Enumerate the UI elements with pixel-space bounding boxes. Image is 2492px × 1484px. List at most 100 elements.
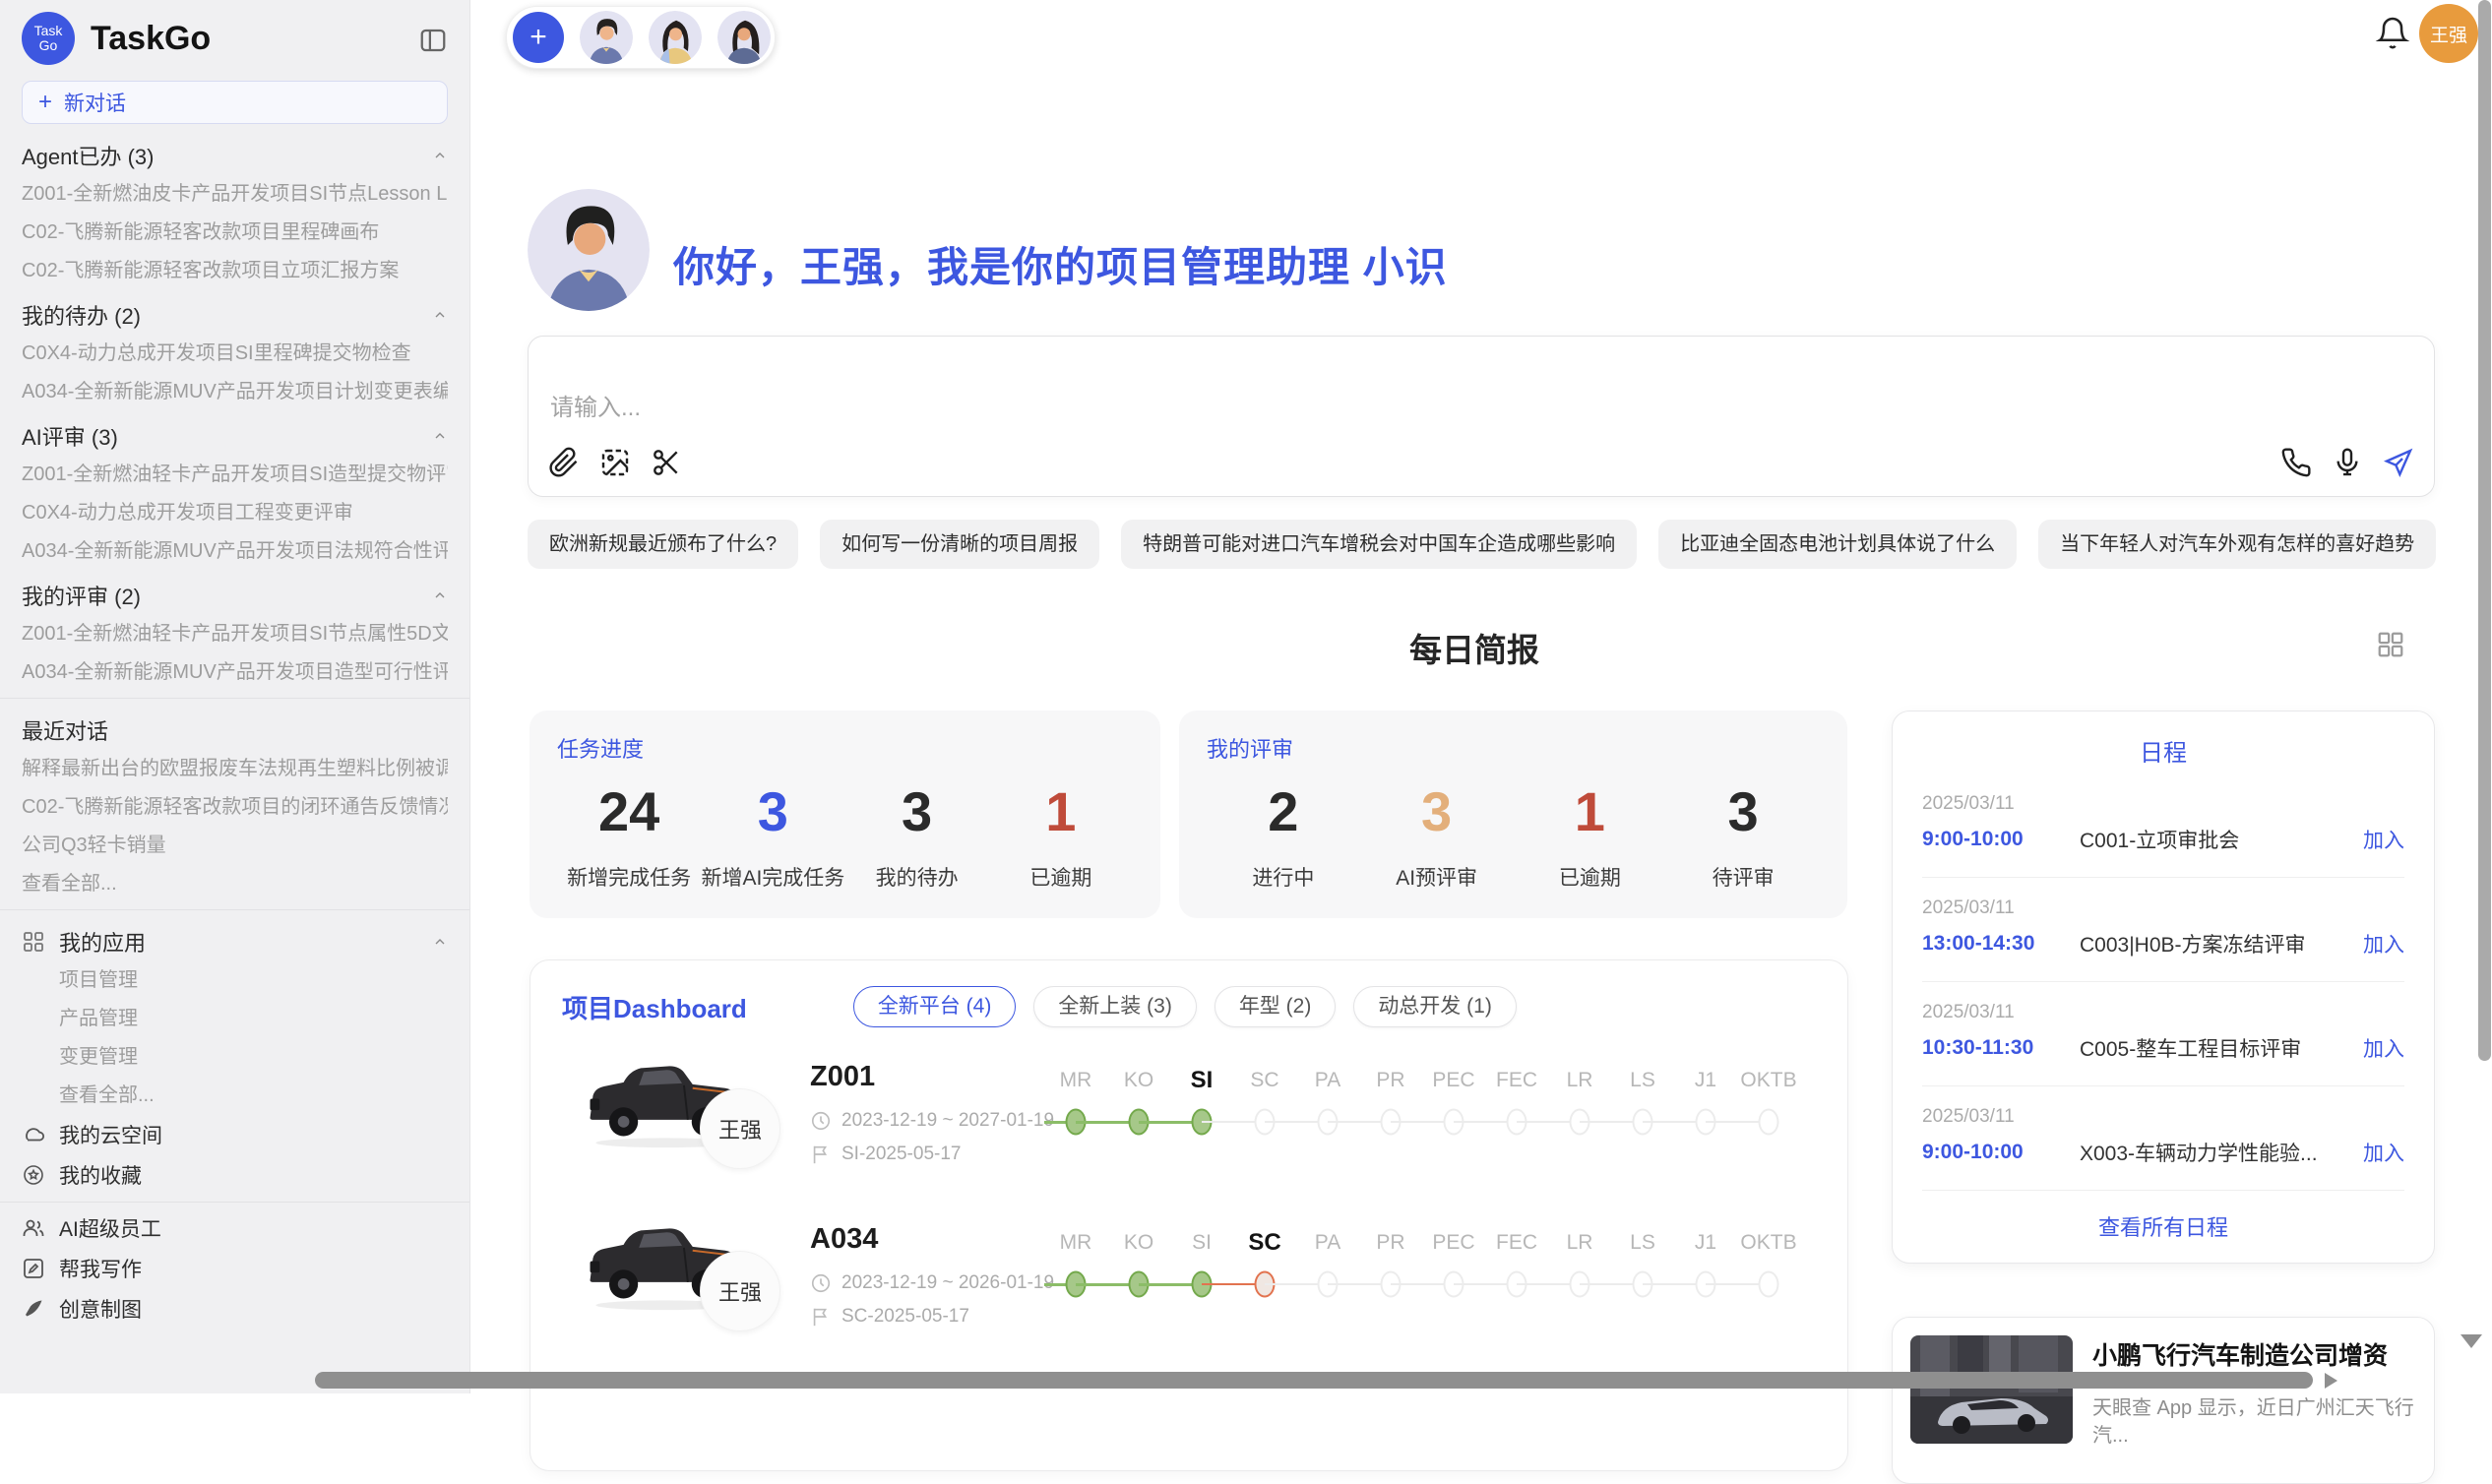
scroll-down-arrow-icon[interactable] (2461, 1334, 2482, 1348)
stat-item: 1 已逾期 (1514, 781, 1667, 892)
assistant-avatar (528, 189, 650, 311)
sidebar-task-item[interactable]: C02-飞腾新能源轻客改款项目立项汇报方案 (22, 258, 448, 283)
join-meeting-link[interactable]: 加入 (2363, 1138, 2404, 1167)
chevron-up-icon (432, 587, 448, 603)
send-icon[interactable] (2381, 445, 2416, 480)
news-card[interactable]: 小鹏飞行汽车制造公司增资 天眼查 App 显示，近日广州汇天飞行汽... (1892, 1317, 2435, 1484)
avatar-person-2[interactable] (649, 11, 702, 64)
flag-icon (810, 1144, 832, 1165)
dashboard-tab[interactable]: 全新平台 (4) (853, 986, 1017, 1027)
sidebar-item-creative-draw[interactable]: 创意制图 (22, 1295, 448, 1323)
sidebar-task-item[interactable]: Z001-全新燃油皮卡产品开发项目SI节点Lesson Learn报告 (22, 181, 448, 207)
stat-label: 已逾期 (1514, 862, 1667, 892)
join-meeting-link[interactable]: 加入 (2363, 1033, 2404, 1063)
suggestion-chip[interactable]: 特朗普可能对进口汽车增税会对中国车企造成哪些影响 (1121, 520, 1637, 569)
join-meeting-link[interactable]: 加入 (2363, 929, 2404, 958)
phone-call-icon[interactable] (2278, 445, 2314, 480)
flag-icon (810, 1306, 832, 1328)
dashboard-tab[interactable]: 全新上装 (3) (1033, 986, 1197, 1027)
app-item[interactable]: 变更管理 (59, 1044, 448, 1070)
avatar-person-3[interactable] (717, 11, 771, 64)
sidebar-task-item[interactable]: Z001-全新燃油轻卡产品开发项目SI造型提交物评审 (22, 462, 448, 487)
scissors-icon[interactable] (649, 445, 684, 480)
milestone-node: LS (1611, 1225, 1674, 1308)
recent-view-all[interactable]: 查看全部... (22, 871, 448, 897)
sidebar-section-header[interactable]: AI评审 (3) (22, 422, 448, 450)
project-row[interactable]: 王强 A034 2023-12-19 ~ 2026-01-19 SC-2025-… (530, 1198, 1847, 1360)
recent-chat-item[interactable]: 公司Q3轻卡销量 (22, 833, 448, 858)
app-item[interactable]: 查看全部... (59, 1082, 448, 1108)
milestone-label: SC (1233, 1063, 1296, 1098)
star-badge-icon (22, 1163, 45, 1187)
new-chat-button[interactable]: + 新对话 (22, 81, 448, 124)
section-title: AI评审 (3) (22, 420, 118, 452)
sidebar-task-item[interactable]: C0X4-动力总成开发项目SI里程碑提交物检查 (22, 340, 448, 366)
stat-item: 2 进行中 (1207, 781, 1360, 892)
sidebar-section-header[interactable]: 我的评审 (2) (22, 582, 448, 609)
milestone-node: FEC (1485, 1225, 1548, 1308)
sidebar-task-item[interactable]: A034-全新新能源MUV产品开发项目计划变更表编写 (22, 379, 448, 404)
user-avatar[interactable]: 王强 (2419, 4, 2478, 63)
chat-input[interactable] (550, 384, 1928, 433)
join-meeting-link[interactable]: 加入 (2363, 825, 2404, 854)
news-body: 天眼查 App 显示，近日广州汇天飞行汽... (2092, 1394, 2416, 1450)
stat-value: 1 (1514, 781, 1667, 842)
section-title: 我的待办 (2) (22, 299, 141, 331)
schedule-title: 日程 (1922, 733, 2404, 768)
milestone-node: KO (1107, 1225, 1170, 1308)
dashboard-tab[interactable]: 年型 (2) (1215, 986, 1337, 1027)
event-date: 2025/03/11 (1922, 1002, 2404, 1023)
sidebar-item-cloud-space[interactable]: 我的云空间 (22, 1121, 448, 1148)
milestone-node: FEC (1485, 1063, 1548, 1145)
milestone-node: MR (1044, 1225, 1107, 1308)
divider (1922, 1190, 2404, 1191)
sidebar-task-item[interactable]: Z001-全新燃油轻卡产品开发项目SI节点属性5D文件评审 (22, 621, 448, 647)
section-title: 最近对话 (22, 714, 108, 746)
app-item[interactable]: 项目管理 (59, 967, 448, 993)
suggestion-chip[interactable]: 欧洲新规最近颁布了什么? (528, 520, 798, 569)
sidebar-section-header[interactable]: 我的待办 (2) (22, 301, 448, 329)
dashboard-tab[interactable]: 动总开发 (1) (1353, 986, 1517, 1027)
sidebar-task-item[interactable]: A034-全新新能源MUV产品开发项目法规符合性评审 (22, 538, 448, 564)
sidebar-section-header[interactable]: Agent已办 (3) (22, 142, 448, 169)
sidebar-task-item[interactable]: C0X4-动力总成开发项目工程变更评审 (22, 500, 448, 526)
milestone-track: MR KO SI SC PA (1044, 1225, 1800, 1308)
card-title: 我的评审 (1207, 732, 1820, 764)
suggestion-chip[interactable]: 如何写一份清晰的项目周报 (820, 520, 1099, 569)
avatar-person-1[interactable] (580, 11, 633, 64)
milestone-node: SI (1170, 1063, 1233, 1145)
stat-value: 3 (1360, 781, 1514, 842)
microphone-icon[interactable] (2330, 445, 2365, 480)
milestone-label: MR (1044, 1225, 1107, 1261)
recent-chat-item[interactable]: 解释最新出台的欧盟报废车法规再生塑料比例被调至15%... (22, 756, 448, 781)
recent-chat-item[interactable]: C02-飞腾新能源轻客改款项目的闭环通告反馈情况 (22, 794, 448, 820)
sidebar-item-favorites[interactable]: 我的收藏 (22, 1161, 448, 1189)
layout-grid-icon[interactable] (2376, 630, 2405, 659)
add-session-button[interactable]: + (513, 12, 564, 63)
sidebar-item-ai-staff[interactable]: AI超级员工 (22, 1214, 448, 1242)
sidebar-task-item[interactable]: C02-飞腾新能源轻客改款项目里程碑画布 (22, 219, 448, 245)
image-upload-icon[interactable] (597, 445, 633, 480)
sidebar-section: 我的评审 (2) Z001-全新燃油轻卡产品开发项目SI节点属性5D文件评审 A0… (22, 582, 448, 685)
sidebar-task-item[interactable]: A034-全新新能源MUV产品开发项目造型可行性评审 (22, 659, 448, 685)
horizontal-scrollbar[interactable] (315, 1372, 2313, 1389)
divider (1922, 1085, 2404, 1086)
milestone-dot (1759, 1271, 1779, 1298)
attachment-icon[interactable] (546, 445, 582, 480)
my-apps-header[interactable]: 我的应用 (22, 928, 448, 956)
milestone-label: J1 (1674, 1063, 1737, 1098)
suggestion-chip[interactable]: 当下年轻人对汽车外观有怎样的喜好趋势 (2038, 520, 2436, 569)
notification-bell-icon[interactable] (2375, 16, 2410, 51)
view-all-schedule-link[interactable]: 查看所有日程 (1922, 1210, 2404, 1242)
app-item[interactable]: 产品管理 (59, 1006, 448, 1031)
event-name: X003-车辆动力学性能验... (2080, 1138, 2363, 1167)
milestone-label: FEC (1485, 1225, 1548, 1261)
collapse-sidebar-icon[interactable] (418, 26, 448, 51)
project-row[interactable]: 王强 Z001 2023-12-19 ~ 2027-01-19 SI-2025-… (530, 1035, 1847, 1198)
milestone-label: PR (1359, 1063, 1422, 1098)
sidebar-item-write-help[interactable]: 帮我写作 (22, 1255, 448, 1282)
suggestion-chip[interactable]: 比亚迪全固态电池计划具体说了什么 (1658, 520, 2017, 569)
vertical-scrollbar[interactable] (2478, 0, 2491, 1061)
scroll-right-arrow-icon[interactable] (2325, 1373, 2337, 1389)
stat-value: 1 (989, 781, 1133, 842)
